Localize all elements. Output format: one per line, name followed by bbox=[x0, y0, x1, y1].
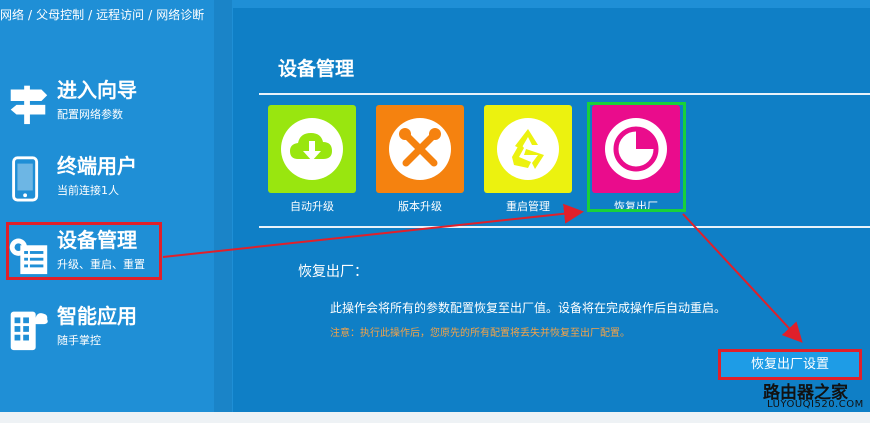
tile-label: 自动升级 bbox=[290, 200, 334, 213]
main-panel: 设备管理 自动升级 版本升级 重启管理 恢复出厂 恢复出厂： 此操作会将所有的参… bbox=[233, 8, 870, 412]
content-divider bbox=[259, 226, 870, 228]
sidebar-item-title: 进入向导 bbox=[57, 78, 137, 102]
sidebar-item-wizard[interactable]: 进入向导 配置网络参数 bbox=[0, 72, 214, 142]
title-divider bbox=[259, 93, 870, 95]
tile-label: 版本升级 bbox=[398, 200, 442, 213]
highlight-annotation-box bbox=[6, 222, 162, 280]
tile-label: 重启管理 bbox=[506, 200, 550, 213]
tile-version-upgrade[interactable] bbox=[376, 105, 464, 193]
tile-auto-upgrade[interactable] bbox=[268, 105, 356, 193]
reset-description: 此操作会将所有的参数配置恢复至出厂值。设备将在完成操作后自动重启。 bbox=[330, 301, 727, 315]
sidebar-item-users[interactable]: 终端用户 当前连接1人 bbox=[0, 148, 214, 218]
tile-reboot-management[interactable] bbox=[484, 105, 572, 193]
recycle-icon bbox=[497, 118, 559, 180]
sidebar-item-subtitle: 配置网络参数 bbox=[57, 108, 123, 121]
bottom-strip bbox=[0, 412, 870, 423]
signpost-icon bbox=[10, 85, 48, 125]
breadcrumb-item-diagnose[interactable]: 网络诊断 bbox=[156, 8, 204, 22]
sidebar-item-subtitle: 当前连接1人 bbox=[57, 184, 119, 197]
section-label: 恢复出厂： bbox=[298, 264, 368, 280]
watermark-url: LUYOUQI520.COM bbox=[767, 399, 864, 410]
breadcrumb-item-remote[interactable]: 远程访问 bbox=[96, 8, 144, 22]
breadcrumb-item-network[interactable]: 网络 bbox=[0, 8, 24, 22]
page-title: 设备管理 bbox=[278, 58, 355, 80]
sidebar-item-subtitle: 随手掌控 bbox=[57, 334, 101, 347]
tools-icon bbox=[389, 118, 451, 180]
breadcrumb-item-parental[interactable]: 父母控制 bbox=[36, 8, 84, 22]
smart-app-icon bbox=[10, 311, 48, 351]
sidebar-item-title: 智能应用 bbox=[57, 304, 137, 328]
selection-annotation-box bbox=[587, 102, 686, 212]
factory-reset-button[interactable]: 恢复出厂设置 bbox=[718, 349, 862, 380]
sidebar-divider bbox=[214, 0, 232, 412]
phone-icon bbox=[12, 156, 39, 202]
sidebar-item-title: 终端用户 bbox=[57, 154, 137, 178]
cloud-download-icon bbox=[281, 118, 343, 180]
watermark-logo: 路由器之家 LUYOUQI520.COM bbox=[763, 382, 863, 412]
sidebar-item-smart-apps[interactable]: 智能应用 随手掌控 bbox=[0, 298, 214, 368]
breadcrumb: 网络 / 父母控制 / 远程访问 / 网络诊断 bbox=[0, 8, 205, 22]
reset-warning-note: 注意：执行此操作后，您原先的所有配置将丢失并恢复至出厂配置。 bbox=[330, 328, 630, 339]
